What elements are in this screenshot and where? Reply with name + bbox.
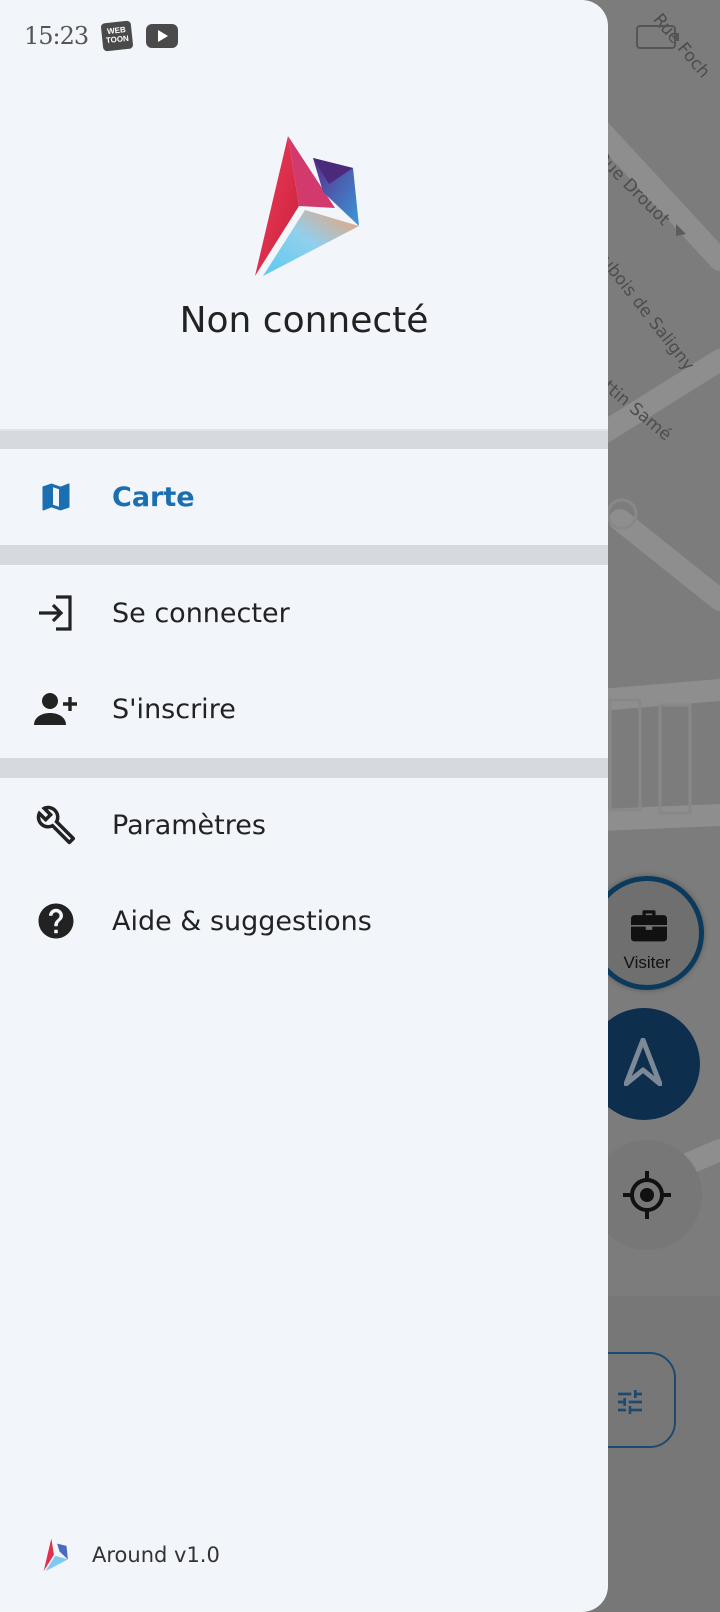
nav-item-carte[interactable]: Carte — [0, 452, 608, 542]
drawer-footer: Around v1.0 — [42, 1538, 220, 1572]
user-status: Non connecté — [179, 300, 429, 341]
navigation-arrow-icon — [624, 1038, 662, 1086]
nav-item-label: Paramètres — [112, 809, 266, 841]
nav-item-settings[interactable]: Paramètres — [0, 780, 608, 870]
divider — [0, 429, 608, 449]
nav-item-help[interactable]: Aide & suggestions — [0, 876, 608, 966]
app-version: Around v1.0 — [92, 1543, 220, 1567]
login-icon — [0, 593, 112, 633]
visit-button-label: Visiter — [623, 953, 671, 972]
wrench-icon — [0, 804, 112, 846]
around-logo — [255, 136, 359, 276]
nav-item-login[interactable]: Se connecter — [0, 568, 608, 658]
my-location-button[interactable] — [592, 1140, 702, 1250]
divider — [0, 758, 608, 778]
divider — [0, 545, 608, 565]
crosshair-icon — [623, 1171, 671, 1219]
webtoon-icon: WEB TOON — [100, 20, 134, 52]
nav-item-label: S'inscrire — [112, 693, 236, 725]
status-bar-left: 15:23 WEB TOON — [24, 18, 179, 54]
youtube-icon — [146, 24, 179, 48]
briefcase-icon — [631, 910, 667, 942]
nav-item-label: Carte — [112, 481, 195, 513]
map-icon — [0, 479, 112, 515]
nav-item-signup[interactable]: S'inscrire — [0, 664, 608, 754]
person-add-icon — [0, 691, 112, 727]
navigation-drawer: 15:23 WEB TOON Non connecté Carte Se con… — [0, 0, 608, 1612]
help-icon — [0, 900, 112, 942]
nav-item-label: Se connecter — [112, 597, 290, 629]
around-logo-small — [43, 1538, 68, 1572]
nav-item-label: Aide & suggestions — [112, 905, 372, 937]
status-time: 15:23 — [24, 22, 89, 50]
tune-icon — [618, 1390, 642, 1414]
